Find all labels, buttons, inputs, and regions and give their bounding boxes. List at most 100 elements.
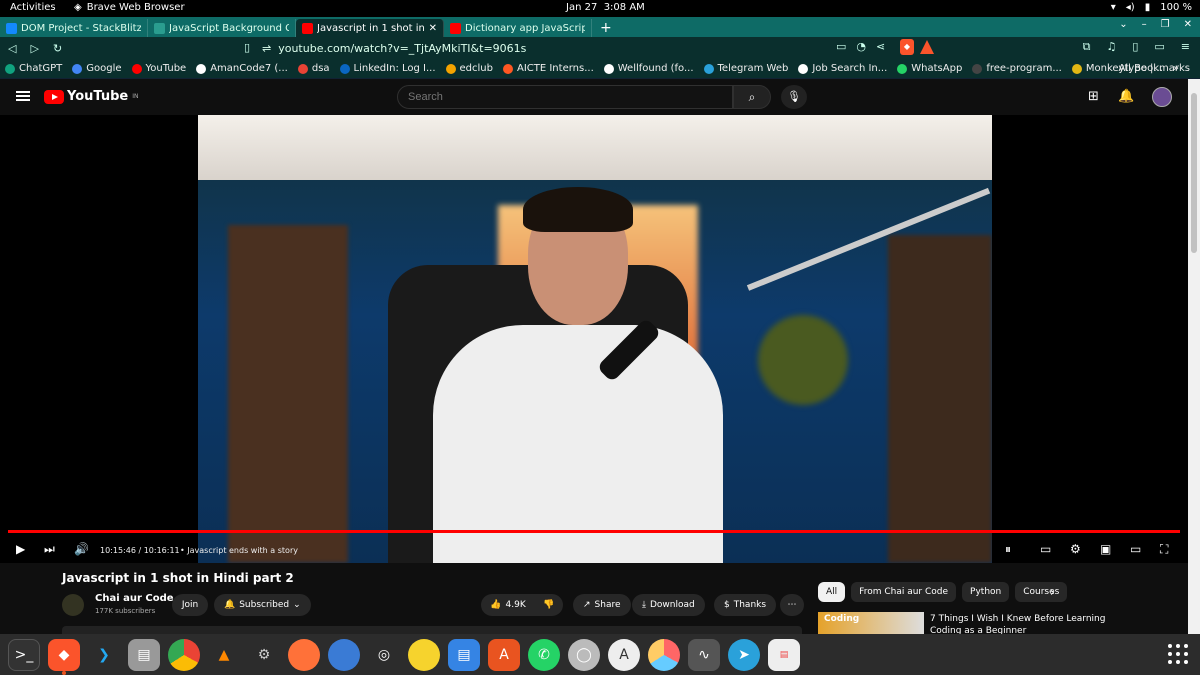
minimize-icon[interactable]: –	[1142, 19, 1147, 30]
obs-icon[interactable]: ◎	[368, 639, 400, 671]
bookmark-item[interactable]: Telegram Web	[699, 63, 794, 74]
maximize-icon[interactable]: ❐	[1161, 19, 1170, 30]
autoplay-toggle-icon[interactable]: ⏸	[1005, 542, 1011, 557]
bookmark-item[interactable]: dsa	[293, 63, 335, 74]
writer-icon[interactable]: ▤	[448, 638, 480, 671]
subscribed-button[interactable]: 🔔 Subscribed ⌄	[214, 594, 311, 616]
voice-search-button[interactable]: 🎙	[781, 85, 807, 109]
more-actions-button[interactable]: ⋯	[780, 594, 804, 616]
document-viewer-icon[interactable]: ▤	[768, 638, 800, 671]
sidebar-icon[interactable]: ▯	[1132, 40, 1138, 54]
bookmark-item[interactable]: Wellfound (fo...	[599, 63, 699, 74]
color-picker-icon[interactable]	[648, 638, 680, 671]
tab-1[interactable]: JavaScript Background Color	[148, 19, 296, 37]
telegram-icon[interactable]: ➤	[728, 638, 760, 671]
notifications-icon[interactable]: 🔔	[1118, 89, 1134, 104]
bookmark-item[interactable]: ChatGPT	[0, 63, 67, 74]
fullscreen-icon[interactable]: ⛶	[1160, 542, 1168, 557]
bookmark-item[interactable]: AmanCode7 (...	[191, 63, 293, 74]
chip-all[interactable]: All	[818, 582, 846, 602]
youtube-logo[interactable]: YouTube IN	[44, 89, 139, 104]
system-tray[interactable]: ▾ ◂) ▮ 100 %	[1111, 2, 1192, 13]
tab-search-icon[interactable]: ⌄	[1119, 19, 1127, 30]
theater-icon[interactable]: ▭	[1130, 542, 1141, 556]
chip-courses[interactable]: Courses	[1015, 582, 1068, 602]
vscode-icon[interactable]: ❯	[88, 639, 120, 671]
share-button[interactable]: ↗ Share	[573, 594, 631, 616]
chevron-right-icon[interactable]: ›	[1050, 585, 1055, 599]
brave-shield-icon[interactable]: ◆	[900, 39, 914, 55]
recommendation-thumbnail[interactable]: Coding	[818, 612, 924, 634]
play-icon[interactable]: ▶	[16, 542, 25, 556]
clock[interactable]: Jan 27 3:08 AM	[566, 2, 645, 13]
thanks-button[interactable]: $ Thanks	[714, 594, 777, 616]
bookmark-icon[interactable]: ▯	[244, 41, 250, 54]
settings-app-icon[interactable]: ⚙	[248, 639, 280, 671]
chat-icon[interactable]: ◯	[568, 638, 600, 671]
chip-from-channel[interactable]: From Chai aur Code	[851, 582, 957, 602]
share-url-icon[interactable]: ⋖	[876, 40, 885, 53]
video-frame[interactable]	[198, 115, 992, 563]
firefox-icon[interactable]	[288, 638, 320, 671]
search-button[interactable]: ⌕	[733, 85, 771, 109]
back-icon[interactable]: ◁	[8, 42, 16, 55]
site-info-icon[interactable]: ⇌	[262, 42, 271, 55]
active-app-label[interactable]: ◈ Brave Web Browser	[74, 2, 185, 13]
bookmark-item[interactable]: WhatsApp	[892, 63, 967, 74]
system-monitor-icon[interactable]: ∿	[688, 638, 720, 671]
search-input[interactable]	[397, 85, 733, 109]
like-button[interactable]: 👍 4.9K	[481, 594, 535, 616]
channel-avatar[interactable]	[62, 594, 84, 616]
scrollbar-thumb[interactable]	[1191, 93, 1197, 253]
settings-icon[interactable]: ⚙	[1070, 542, 1081, 556]
recommendation-title[interactable]: 7 Things I Wish I Knew Before Learning C…	[930, 613, 1130, 634]
files-icon[interactable]: ▤	[128, 638, 160, 671]
join-button[interactable]: Join	[172, 594, 208, 616]
next-icon[interactable]: ⏭	[44, 542, 55, 557]
install-icon[interactable]: ▭	[836, 40, 846, 53]
create-icon[interactable]: ⊞	[1088, 89, 1099, 104]
menu-icon[interactable]: ≡	[1181, 40, 1190, 54]
brave-rewards-icon[interactable]	[920, 40, 934, 54]
all-bookmarks-button[interactable]: All Bookmarks	[1119, 63, 1190, 74]
thunderbird-icon[interactable]	[328, 638, 360, 671]
chrome-icon[interactable]	[168, 638, 200, 671]
description-box[interactable]	[62, 626, 802, 634]
avatar[interactable]	[1152, 87, 1172, 107]
url-field[interactable]: ⇌ youtube.com/watch?v=_TjtAyMkiTI&t=9061…	[262, 39, 882, 57]
tab-2[interactable]: Javascript in 1 shot in Hindi part 2 ✕	[296, 19, 444, 37]
bookmark-item[interactable]: edclub	[441, 63, 498, 74]
software-updater-icon[interactable]: A	[608, 638, 640, 671]
bookmark-item[interactable]: Job Search In...	[793, 63, 892, 74]
reload-icon[interactable]: ↻	[53, 42, 62, 55]
bookmark-item[interactable]: LinkedIn: Log I...	[335, 63, 441, 74]
software-icon[interactable]: A	[488, 638, 520, 671]
download-button[interactable]: ⤓ Download	[632, 594, 705, 616]
tab-0[interactable]: DOM Project - StackBlitz	[0, 19, 148, 37]
brave-icon[interactable]: ◆	[48, 638, 80, 675]
activities-button[interactable]: Activities	[10, 2, 56, 13]
bookmark-item[interactable]: YouTube	[127, 63, 192, 74]
close-tab-icon[interactable]: ✕	[429, 23, 437, 34]
channel-name[interactable]: Chai aur Code	[95, 593, 174, 604]
volume-icon[interactable]: 🔊	[74, 542, 89, 556]
new-tab-button[interactable]: +	[592, 19, 620, 37]
extensions-icon[interactable]: ⧉	[1083, 40, 1091, 54]
terminal-icon[interactable]: >_	[8, 638, 40, 671]
video-player[interactable]: ▶ ⏭ 🔊 10:15:46 / 10:16:11 • Javascript e…	[0, 115, 1188, 563]
wallet-icon[interactable]: ▭	[1154, 40, 1164, 54]
bookmark-item[interactable]: AICTE Interns...	[498, 63, 599, 74]
forward-icon[interactable]: ▷	[30, 42, 38, 55]
vlc-icon[interactable]: ▲	[208, 639, 240, 671]
chip-python[interactable]: Python	[962, 582, 1010, 602]
bookmark-item[interactable]: Google	[67, 63, 126, 74]
captions-icon[interactable]: ▭	[1040, 542, 1051, 556]
close-window-icon[interactable]: ✕	[1184, 19, 1192, 30]
whatsapp-icon[interactable]: ✆	[528, 638, 560, 671]
rhythmbox-icon[interactable]	[408, 638, 440, 671]
page-scrollbar[interactable]	[1188, 79, 1200, 634]
miniplayer-icon[interactable]: ▣	[1100, 542, 1111, 556]
bookmark-item[interactable]: free-program...	[967, 63, 1067, 74]
dislike-button[interactable]: 👎	[535, 594, 563, 616]
tab-3[interactable]: Dictionary app JavaScript tutorial	[444, 19, 592, 37]
